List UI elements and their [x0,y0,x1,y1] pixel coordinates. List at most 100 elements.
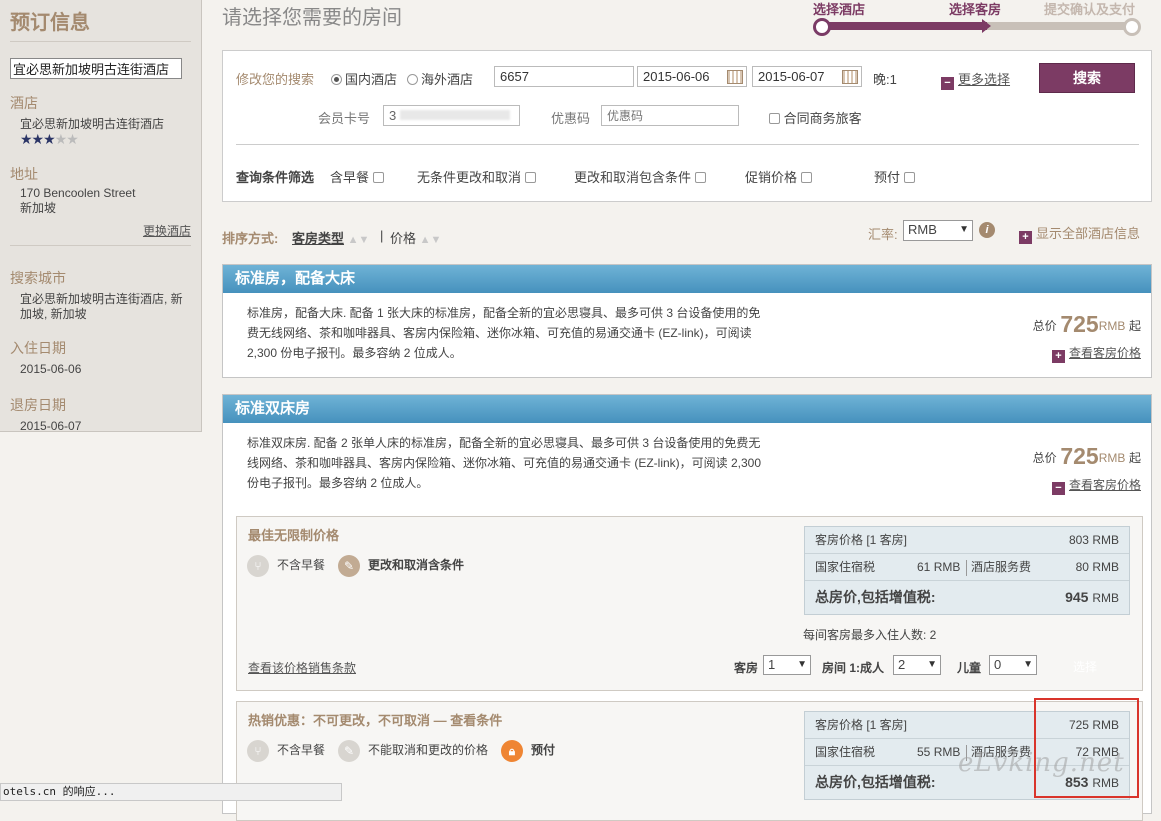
feature-conditional-cancel: ✎ 更改和取消含条件 [338,553,464,577]
eraser-icon: ✎ [338,739,360,762]
radio-on-icon [331,74,342,85]
divider [966,560,967,576]
checkbox-icon [372,172,384,183]
checkin-value: 2015-06-06 [20,362,82,376]
children-label: 儿童 [957,661,982,675]
filter-label: 查询条件筛选 [236,170,315,185]
keyword-input[interactable]: 6657 [494,66,634,87]
step-track-done [822,22,987,30]
nights-count: 晚:1 [873,72,897,87]
more-options-toggle[interactable]: − 更多选择 [941,69,1010,90]
chevron-down-icon: ▼ [1023,659,1033,670]
filter-promo[interactable]: 促销价格 [745,167,812,186]
rooms-select[interactable]: 1 ▼ [763,655,811,675]
checkbox-icon [800,172,812,183]
checkbox-icon [524,172,536,183]
search-button[interactable]: 搜索 [1039,63,1135,93]
sort-separator: | [380,228,384,243]
select-button[interactable]: 选择 [1073,658,1097,675]
calendar-icon [842,70,858,84]
rate-title[interactable]: 热销优惠：不可更改，不可取消 — 查看条件 [248,710,502,729]
sort-by-price[interactable]: 价格 ▲▼ [390,228,441,247]
cutlery-icon: ⑂ [247,739,269,762]
step-arrow-icon [982,19,991,33]
hotel-label: 酒店 [10,95,38,111]
currency-select[interactable]: RMB ▼ [903,220,973,241]
filter-free-cancel[interactable]: 无条件更改和取消 [417,167,536,186]
star-empty-icon: ★★ [54,131,79,147]
member-number-input[interactable]: 3 [383,105,520,126]
checkout-date-input[interactable]: 2015-06-07 [752,66,862,87]
minus-icon: − [1051,482,1065,495]
checkin-label: 入住日期 [10,340,66,356]
corporate-checkbox[interactable]: 合同商务旅客 [769,108,862,127]
page-title: 请选择您需要的房间 [222,7,402,29]
cutlery-icon: ⑂ [247,554,269,577]
coupon-label: 优惠码 [551,111,591,126]
progress-steps: 选择酒店 选择客房 提交确认及支付 [812,0,1152,40]
minus-icon: − [941,77,954,90]
view-room-prices-link[interactable]: − 查看客房价格 [1033,476,1141,495]
rooms-label: 客房 [734,661,759,675]
step-track-pending [987,22,1137,30]
filter-breakfast[interactable]: 含早餐 [330,167,384,186]
radio-overseas[interactable]: 海外酒店 [407,69,473,88]
rate-title: 最佳无限制价格 [248,528,340,543]
calendar-icon [727,70,743,84]
chevron-down-icon: ▼ [927,659,937,670]
total-row: 总房价,包括增值税: 945 RMB [815,589,1119,605]
watermark: eLvking.net [958,748,1125,778]
modify-search-label: 修改您的搜索 [236,72,315,87]
plus-icon: + [1019,231,1032,244]
checkout-label: 退房日期 [10,397,66,413]
step-dot-end [1123,18,1141,36]
divider [236,144,1139,145]
room-title: 标准双床房 [223,395,1151,423]
feature-no-breakfast: ⑂ 不含早餐 [247,738,325,762]
checkbox-icon [694,172,706,183]
booking-info-sidebar: 预订信息 酒店 宜必思新加坡明古连街酒店 ★★★★★ 地址 170 Bencoo… [0,0,202,433]
price-summary: 客房价格 [1 客房] 803 RMB 国家住宿税 61 RMB 酒店服务费 80 RM… [804,526,1130,615]
max-occupancy: 每间客房最多入住人数: 2 [803,628,937,642]
checkbox-icon [769,113,780,124]
city-label: 搜索城市 [10,270,66,286]
coupon-input[interactable] [601,105,739,126]
tax-row: 国家住宿税 61 RMB 酒店服务费 80 RMB [805,554,1129,581]
sort-arrows-icon: ▲▼ [419,234,442,246]
checkbox-icon [903,172,915,183]
adults-label: 房间 1:成人 [822,661,885,675]
star-rating: ★★★★★ [10,132,191,146]
hotel-search-input[interactable] [10,58,182,79]
sort-by-room-type[interactable]: 客房类型 ▲▼ [292,228,369,247]
view-room-prices-link[interactable]: + 查看客房价格 [1033,344,1141,363]
chevron-down-icon: ▼ [797,659,807,670]
rate-label: 汇率: [868,227,898,242]
children-select[interactable]: 0 ▼ [989,655,1037,675]
room-price-row: 客房价格 [1 客房] 803 RMB [805,527,1129,554]
room-description: 标准双床房. 配备 2 张单人床的标准房，配备全新的宜必思寝具、最多可供 3 台… [247,436,762,490]
sale-terms-link[interactable]: 查看该价格销售条款 [248,659,356,676]
star-icon: ★★★ [20,131,56,147]
room-card: 标准房，配备大床 标准房，配备大床. 配备 1 张大床的标准房，配备全新的宜必思… [222,264,1152,378]
room-price: 总价 725RMB 起 + 查看客房价格 [1032,311,1141,363]
room-price: 总价 725RMB 起 − 查看客房价格 [1032,443,1141,495]
filter-conditional-cancel[interactable]: 更改和取消包含条件 [574,167,706,186]
adults-select[interactable]: 2 ▼ [893,655,941,675]
member-label: 会员卡号 [318,111,371,126]
radio-domestic[interactable]: 国内酒店 [331,69,397,88]
feature-non-refundable: ✎ 不能取消和更改的价格 [338,738,488,762]
change-hotel-link[interactable]: 更换酒店 [143,224,191,238]
info-icon[interactable]: i [979,222,995,238]
step-select-room: 选择客房 [949,2,1002,17]
filter-prepay[interactable]: 预付 [874,167,915,186]
checkout-value: 2015-06-07 [20,419,82,433]
hotel-name: 宜必思新加坡明古连街酒店 [20,117,165,131]
step-select-hotel: 选择酒店 [813,2,866,17]
feature-prepay: 🔒︎ 预付 [501,738,555,762]
show-all-hotel-info[interactable]: + 显示全部酒店信息 [1019,223,1140,244]
feature-no-breakfast: ⑂ 不含早餐 [247,553,325,577]
status-bar: otels.cn 的响应... [0,783,342,801]
rate-option: 最佳无限制价格 ⑂ 不含早餐 ✎ 更改和取消含条件 客房价格 [1 客房] 803 R… [236,516,1143,691]
checkin-date-input[interactable]: 2015-06-06 [637,66,747,87]
plus-icon: + [1051,350,1065,363]
